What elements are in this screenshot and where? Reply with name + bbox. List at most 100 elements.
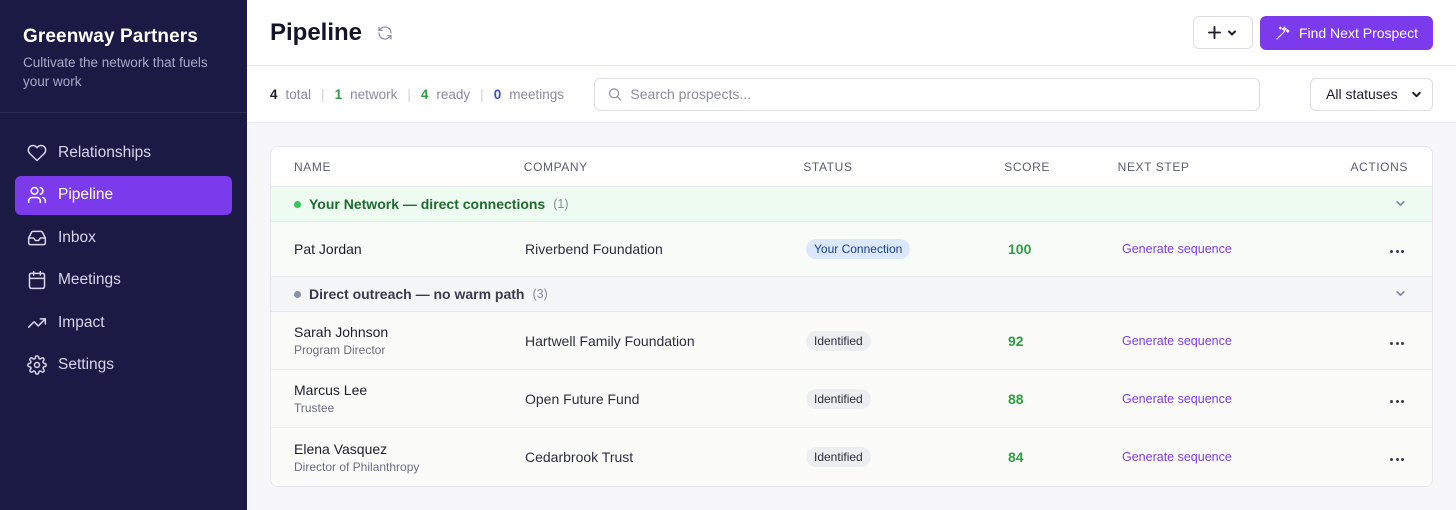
more-icon-dot (1401, 458, 1404, 461)
table-row[interactable]: Marcus Lee Trustee Open Future Fund Iden… (271, 370, 1432, 428)
page-header: Pipeline Find Next Prospect (247, 0, 1456, 66)
sidebar-nav: Relationships Pipeline Inbox Meetings Im… (0, 113, 247, 385)
prospect-title: Director of Philanthropy (294, 459, 420, 474)
status-dot (294, 290, 301, 298)
sidebar-item-label: Pipeline (58, 186, 114, 203)
brand-name: Greenway Partners (23, 26, 198, 47)
chevron-down-icon (1396, 200, 1405, 207)
search-box[interactable] (593, 77, 1260, 111)
status-filter-value: All statuses (1326, 86, 1398, 102)
gear-icon (27, 355, 47, 375)
stat-ready-value: 4 (420, 86, 429, 102)
prospect-name[interactable]: Pat Jordan (294, 241, 525, 257)
find-next-prospect-label: Find Next Prospect (1298, 24, 1418, 41)
stat-total-label: total (285, 86, 312, 102)
collapse-toggle[interactable] (1395, 196, 1406, 212)
more-icon-dot (1395, 458, 1399, 461)
more-icon-dot (1390, 341, 1393, 345)
table-row[interactable]: Sarah Johnson Program Director Hartwell … (271, 312, 1432, 370)
sidebar-item-label: Impact (58, 313, 105, 331)
more-icon-dot (1390, 250, 1393, 253)
prospect-company: Hartwell Family Foundation (525, 332, 695, 349)
table-row[interactable]: Pat Jordan Riverbend Foundation Your Con… (271, 222, 1432, 277)
more-icon-dot (1401, 250, 1404, 253)
status-badge: Identified (806, 388, 871, 409)
prospect-name[interactable]: Sarah Johnson (294, 324, 525, 340)
column-header-score: SCORE (1004, 159, 1050, 174)
calendar-icon (28, 270, 46, 290)
table-row[interactable]: Elena Vasquez Director of Philanthropy C… (271, 428, 1432, 486)
column-header-next-step: NEXT STEP (1117, 159, 1190, 174)
more-icon-dot (1395, 399, 1399, 403)
sidebar: Greenway Partners Cultivate the network … (0, 0, 247, 510)
more-actions-button[interactable] (1386, 338, 1408, 349)
group-title: Direct outreach — no warm path (309, 286, 525, 302)
search-input[interactable] (630, 86, 1247, 102)
prospect-score: 100 (1008, 241, 1032, 257)
prospect-name[interactable]: Elena Vasquez (294, 441, 525, 457)
sidebar-item-settings[interactable]: Settings (15, 346, 232, 385)
more-actions-button[interactable] (1386, 396, 1408, 407)
group-header-direct-outreach[interactable]: Direct outreach — no warm path (3) (271, 277, 1432, 312)
column-header-company: COMPANY (523, 159, 588, 174)
generate-sequence-link[interactable]: Generate sequence (1122, 242, 1232, 256)
group-count: (3) (532, 287, 548, 301)
status-badge: Your Connection (806, 239, 911, 259)
stat-meetings-value: 0 (493, 86, 502, 102)
toolbar: 4 total | 1 network | 4 ready | 0 meetin… (247, 66, 1456, 123)
users-icon (27, 186, 47, 204)
generate-sequence-link[interactable]: Generate sequence (1122, 392, 1232, 406)
refresh-button[interactable] (376, 24, 394, 42)
prospect-name[interactable]: Marcus Lee (294, 382, 525, 398)
add-menu-button[interactable] (1192, 16, 1253, 49)
magic-wand-icon (1276, 25, 1290, 40)
sidebar-item-relationships[interactable]: Relationships (15, 133, 232, 172)
table-header: NAME COMPANY STATUS SCORE NEXT STEP ACTI… (271, 147, 1432, 187)
sidebar-item-label: Relationships (58, 143, 152, 161)
column-header-name: NAME (294, 159, 332, 174)
generate-sequence-link[interactable]: Generate sequence (1122, 334, 1232, 348)
chevron-down-icon (1228, 30, 1237, 36)
prospect-score: 92 (1008, 332, 1024, 349)
pipeline-stats: 4 total | 1 network | 4 ready | 0 meetin… (270, 87, 564, 102)
more-icon-dot (1395, 341, 1399, 345)
column-header-actions: ACTIONS (1350, 159, 1408, 174)
prospect-title: Trustee (294, 401, 335, 415)
more-actions-button[interactable] (1386, 454, 1408, 465)
group-header-network[interactable]: Your Network — direct connections (1) (271, 187, 1432, 222)
sidebar-item-label: Meetings (58, 271, 121, 288)
prospect-company: Cedarbrook Trust (525, 449, 634, 465)
column-header-status: STATUS (803, 159, 853, 174)
chevron-down-icon (1396, 290, 1405, 297)
more-icon-dot (1395, 250, 1399, 253)
prospects-table: NAME COMPANY STATUS SCORE NEXT STEP ACTI… (270, 146, 1433, 487)
stat-ready-label: ready (436, 86, 471, 102)
sidebar-item-pipeline[interactable]: Pipeline (15, 175, 232, 215)
generate-sequence-link[interactable]: Generate sequence (1122, 450, 1232, 464)
search-icon (608, 88, 622, 101)
sidebar-item-label: Inbox (58, 228, 96, 246)
more-icon-dot (1401, 341, 1404, 345)
stat-network-label: network (350, 86, 398, 102)
prospect-company: Open Future Fund (525, 390, 640, 407)
more-icon-dot (1390, 458, 1393, 461)
sidebar-item-impact[interactable]: Impact (15, 303, 232, 342)
stat-divider: | (407, 86, 411, 102)
more-icon-dot (1401, 399, 1404, 403)
more-icon-dot (1390, 399, 1393, 403)
status-badge: Identified (806, 447, 871, 467)
status-filter-select[interactable]: All statuses (1310, 77, 1433, 111)
more-actions-button[interactable] (1386, 246, 1408, 257)
page-title: Pipeline (270, 18, 363, 46)
collapse-toggle[interactable] (1395, 286, 1406, 302)
heart-icon (27, 144, 47, 161)
inbox-icon (27, 230, 47, 245)
plus-icon (1208, 26, 1222, 39)
main-content: Pipeline Find Next Prospect 4 total | 1 … (247, 0, 1456, 510)
refresh-icon (378, 25, 392, 40)
prospect-company: Riverbend Foundation (525, 241, 663, 257)
find-next-prospect-button[interactable]: Find Next Prospect (1259, 15, 1433, 50)
sidebar-item-inbox[interactable]: Inbox (15, 218, 232, 257)
sidebar-item-meetings[interactable]: Meetings (15, 261, 232, 300)
brand: Greenway Partners Cultivate the network … (0, 0, 247, 113)
